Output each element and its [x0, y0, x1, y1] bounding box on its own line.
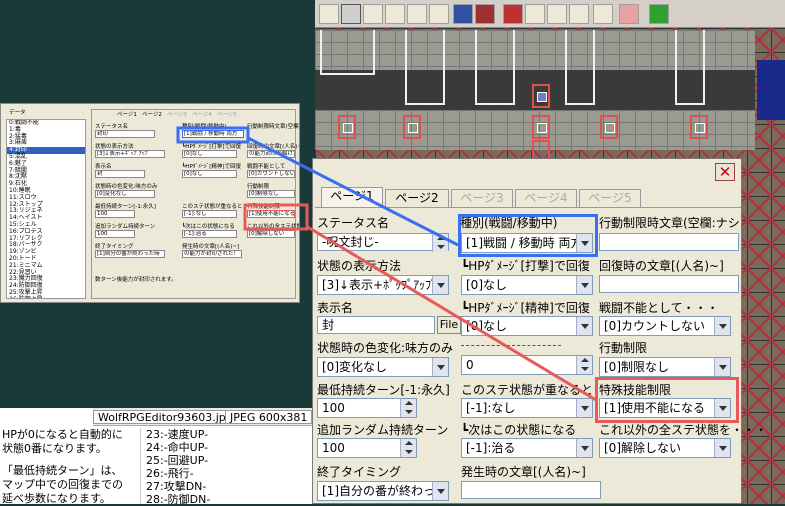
connector-overlay: [176, 126, 597, 402]
thumb-highlight-red: [243, 203, 309, 231]
connector-line-red: [305, 224, 597, 402]
thumb-highlight-blue: [176, 126, 250, 144]
